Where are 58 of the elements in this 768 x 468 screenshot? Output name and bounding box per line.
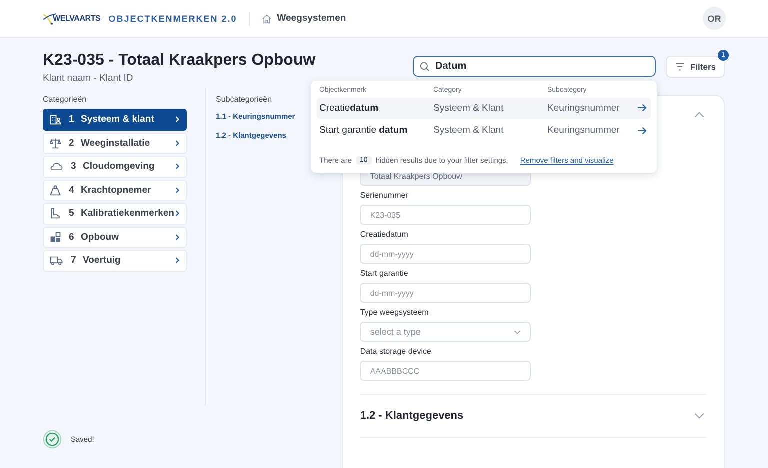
chevron-right-icon xyxy=(175,234,180,241)
category-item[interactable]: 1 Systeem & klant xyxy=(43,109,188,130)
field-label: Serienummer xyxy=(360,191,410,201)
search-field[interactable]: Datum xyxy=(413,56,656,77)
page-subtitle: Klant naam - Klant ID xyxy=(43,73,134,84)
building-icon xyxy=(50,114,61,126)
category-item[interactable]: 5 Kalibratiekenmerken xyxy=(43,203,188,224)
cloud-icon xyxy=(50,161,63,172)
blocks-icon xyxy=(50,232,61,243)
chevron-right-icon xyxy=(175,257,180,264)
result-name: Creatiedatum xyxy=(319,102,380,114)
page-title: K23-035 - Totaal Kraakpers Opbouw xyxy=(43,51,316,71)
logo[interactable]: WELVAARTS xyxy=(43,12,101,26)
result-name: Start garantie datum xyxy=(319,125,409,136)
breadcrumb-link[interactable]: Weegsystemen xyxy=(262,13,346,24)
search-icon xyxy=(420,62,430,72)
result-subcategory: Keuringsnummer xyxy=(547,102,621,114)
input-field[interactable]: dd-mm-yyyy xyxy=(360,283,532,303)
section-title: 1.2 - Klantgegevens xyxy=(360,410,464,422)
app-name: OBJECTKENMERKEN 2.0 xyxy=(108,14,238,24)
chevron-right-icon xyxy=(175,163,180,170)
category-item[interactable]: 6 Opbouw xyxy=(43,226,188,248)
home-icon xyxy=(262,14,272,24)
subcategories-heading: Subcategorieën xyxy=(216,94,272,104)
field-label: Creatiedatum xyxy=(360,230,410,240)
chevron-down-icon xyxy=(514,330,522,334)
input-field[interactable]: AAABBBCCC xyxy=(360,361,532,381)
categories-heading: Categorieën xyxy=(43,94,88,104)
boot-icon xyxy=(50,208,61,220)
user-avatar[interactable]: OR xyxy=(703,7,726,30)
input-field[interactable]: dd-mm-yyyy xyxy=(360,244,532,264)
weight-icon xyxy=(50,184,61,196)
category-item[interactable]: 4 Krachtopnemer xyxy=(43,180,188,201)
result-row[interactable]: Start garantie datum Systeem & Klant Keuringsnummer xyxy=(317,120,652,141)
filter-icon xyxy=(675,63,686,71)
field-label: Data storage device xyxy=(360,347,432,357)
chevron-right-icon xyxy=(175,116,180,124)
check-circle-icon xyxy=(43,430,62,449)
result-category: Systeem & Klant xyxy=(433,102,505,114)
chevron-right-icon xyxy=(175,210,180,218)
chevron-right-icon xyxy=(175,140,180,147)
arrow-right-icon xyxy=(637,104,648,112)
truck-icon xyxy=(50,255,63,266)
category-item[interactable]: 2 Weeginstallatie xyxy=(43,132,188,154)
category-item[interactable]: 3 Cloudomgeving xyxy=(43,156,188,178)
scale-icon xyxy=(50,138,61,149)
result-subcategory: Keuringsnummer xyxy=(547,125,621,136)
category-item[interactable]: 7 Voertuig xyxy=(43,250,188,272)
chevron-down-icon[interactable] xyxy=(694,413,705,419)
result-category: Systeem & Klant xyxy=(433,125,505,136)
input-field[interactable]: K23-035 xyxy=(360,205,532,225)
field-label: Start garantie xyxy=(360,269,410,279)
arrow-right-icon xyxy=(637,126,648,134)
result-row[interactable]: Creatiedatum Systeem & Klant Keuringsnummer xyxy=(317,98,652,118)
field-label: Type weegsysteem xyxy=(360,308,430,318)
filters-button[interactable]: Filters xyxy=(666,56,725,78)
chevron-right-icon xyxy=(175,186,180,194)
chevron-up-icon[interactable] xyxy=(694,112,705,118)
